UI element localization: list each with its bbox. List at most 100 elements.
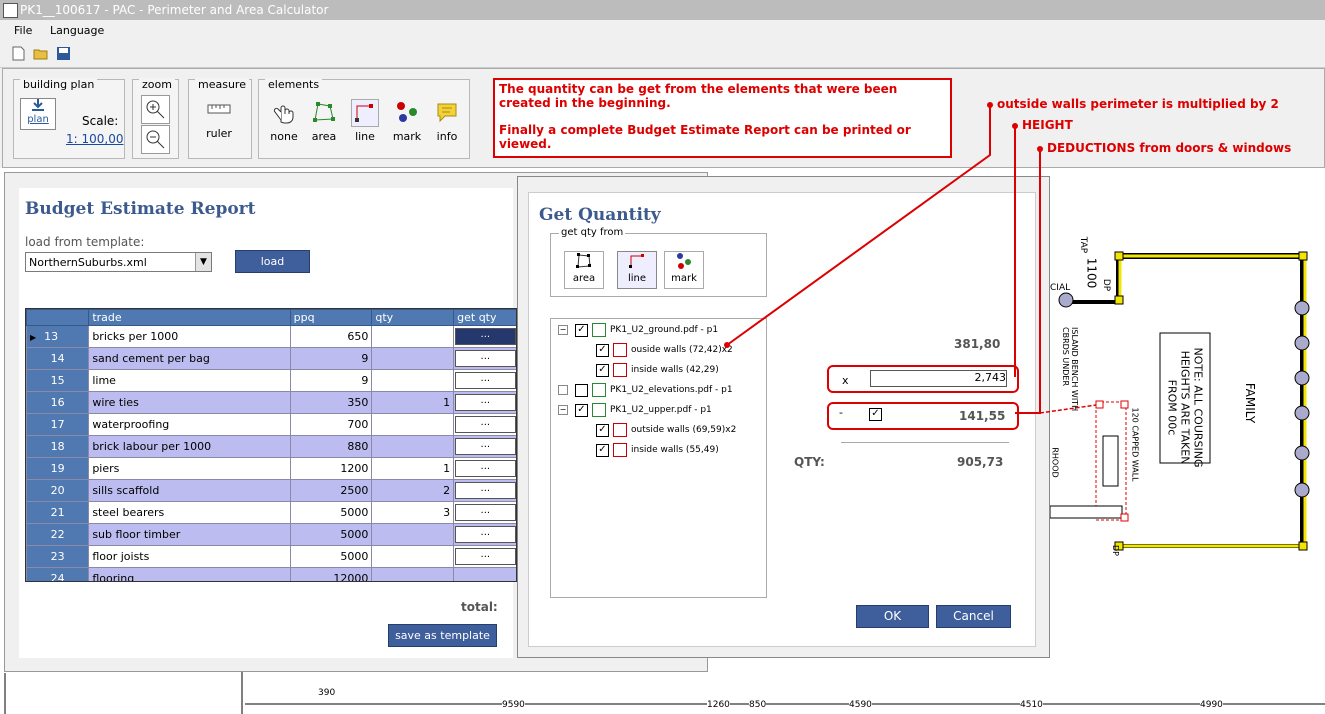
save-template-button[interactable]: save as template [388,624,497,647]
table-row[interactable]: 21 steel bearers 5000 3... [26,501,516,524]
col-qty[interactable]: qty [371,309,455,326]
get-qty-button[interactable]: ... [455,504,516,521]
source-area-button[interactable]: area [564,251,604,289]
tree-file-item[interactable]: ✓ PK1_U2_upper.pdf - p1 [575,403,712,419]
template-select[interactable]: NorthernSuburbs.xml ▼ [25,252,212,272]
table-row[interactable]: 23 floor joists 5000... [26,545,516,568]
cell-qty[interactable] [371,435,455,458]
element-area-button[interactable]: area [304,100,344,150]
row-id[interactable]: 21 [26,501,90,524]
row-id[interactable]: 19 [26,457,90,480]
get-qty-button[interactable]: ... [455,350,516,367]
load-button[interactable]: load [235,250,310,273]
ok-button[interactable]: OK [856,605,929,628]
cell-qty[interactable] [371,325,455,348]
cell-ppq[interactable]: 880 [289,435,373,458]
col-ppq[interactable]: ppq [289,309,373,326]
cell-qty[interactable] [371,369,455,392]
tree-checkbox[interactable]: ✓ [596,443,609,457]
cell-ppq[interactable]: 1200 [289,457,373,480]
zoom-in-button[interactable] [141,95,170,124]
cell-ppq[interactable]: 650 [289,325,373,348]
tree-checkbox[interactable]: ✓ [575,403,588,417]
tree-line-item[interactable]: ✓ inside walls (42,29) [596,363,719,379]
row-id[interactable]: 20 [26,479,90,502]
get-qty-button[interactable]: ... [455,394,516,411]
tree-line-item[interactable]: ✓ outside walls (69,59)x2 [596,423,736,439]
row-id[interactable]: 15 [26,369,90,392]
get-qty-button[interactable]: ... [455,548,516,565]
tree-checkbox[interactable]: ✓ [575,323,588,337]
cell-ppq[interactable]: 9 [289,369,373,392]
element-tree[interactable]: ✓ PK1_U2_ground.pdf - p1− ✓ ouside walls (7… [550,318,767,598]
cell-ppq[interactable]: 5000 [289,523,373,546]
cell-trade[interactable]: wire ties [88,391,291,414]
col-trade[interactable]: trade [88,309,291,326]
table-row[interactable]: 24 flooring 12000 [26,567,516,581]
cell-qty[interactable]: 1 [371,457,455,480]
element-mark-button[interactable]: mark [387,100,427,150]
cell-ppq[interactable]: 700 [289,413,373,436]
col-get-qty[interactable]: get qty [453,309,516,326]
row-id[interactable]: 23 [26,545,90,568]
cell-qty[interactable]: 3 [371,501,455,524]
cell-ppq[interactable]: 9 [289,347,373,370]
cell-ppq[interactable]: 5000 [289,501,373,524]
cell-qty[interactable] [371,347,455,370]
cell-qty[interactable] [371,523,455,546]
cell-trade[interactable]: sills scaffold [88,479,291,502]
tree-checkbox[interactable]: ✓ [596,363,609,377]
tree-expander-icon[interactable]: − [558,325,568,335]
tree-expander-icon[interactable] [558,385,568,395]
cancel-button[interactable]: Cancel [936,605,1011,628]
cell-qty[interactable] [371,545,455,568]
table-row[interactable]: 15 lime 9... [26,369,516,392]
tree-checkbox[interactable]: ✓ [596,423,609,437]
get-qty-button[interactable]: ... [455,372,516,389]
cell-trade[interactable]: bricks per 1000 [88,325,291,348]
scale-value[interactable]: 1: 100,00 [66,132,123,146]
cell-trade[interactable]: lime [88,369,291,392]
get-qty-button[interactable]: ... [455,438,516,455]
tree-checkbox[interactable] [575,383,588,397]
get-qty-button[interactable]: ... [455,416,516,433]
get-qty-button[interactable]: ... [455,328,516,345]
cell-ppq[interactable]: 350 [289,391,373,414]
budget-table[interactable]: trade ppq qty get qty p ▶13bricks per 10… [25,308,517,582]
source-mark-button[interactable]: mark [664,251,704,289]
cell-qty[interactable]: 2 [371,479,455,502]
plan-button[interactable]: plan [20,98,56,130]
table-row[interactable]: 18 brick labour per 1000 880... [26,435,516,458]
element-info-button[interactable]: info [427,100,467,150]
table-row[interactable]: 17 waterproofing 700... [26,413,516,436]
cell-qty[interactable]: 1 [371,391,455,414]
menu-language[interactable]: Language [50,24,104,37]
new-file-icon[interactable] [11,46,26,61]
tree-line-item[interactable]: ✓ ouside walls (72,42)x2 [596,343,733,359]
open-folder-icon[interactable] [33,46,48,61]
get-qty-button[interactable]: ... [455,482,516,499]
table-row[interactable]: 16 wire ties 350 1... [26,391,516,414]
cell-trade[interactable]: brick labour per 1000 [88,435,291,458]
chevron-down-icon[interactable]: ▼ [195,253,211,271]
row-id[interactable]: 17 [26,413,90,436]
cell-trade[interactable]: piers [88,457,291,480]
save-icon[interactable] [56,46,71,61]
cell-trade[interactable]: steel bearers [88,501,291,524]
table-row[interactable]: 22 sub floor timber 5000... [26,523,516,546]
row-id[interactable]: 24 [26,567,90,581]
ruler-button[interactable]: ruler [197,102,241,150]
row-id[interactable]: 22 [26,523,90,546]
cell-ppq[interactable]: 5000 [289,545,373,568]
tree-line-item[interactable]: ✓ inside walls (55,49) [596,443,719,459]
table-row[interactable]: 20 sills scaffold 2500 2... [26,479,516,502]
source-line-button[interactable]: line [617,251,657,289]
cell-trade[interactable]: sand cement per bag [88,347,291,370]
cell-trade[interactable]: floor joists [88,545,291,568]
table-row[interactable]: ▶ 13 bricks per 1000 650... [26,325,516,348]
menu-file[interactable]: File [14,24,32,37]
get-qty-button[interactable]: ... [455,526,516,543]
table-row[interactable]: 14 sand cement per bag 9... [26,347,516,370]
element-line-button[interactable]: line [347,99,383,151]
zoom-out-button[interactable] [141,125,170,154]
